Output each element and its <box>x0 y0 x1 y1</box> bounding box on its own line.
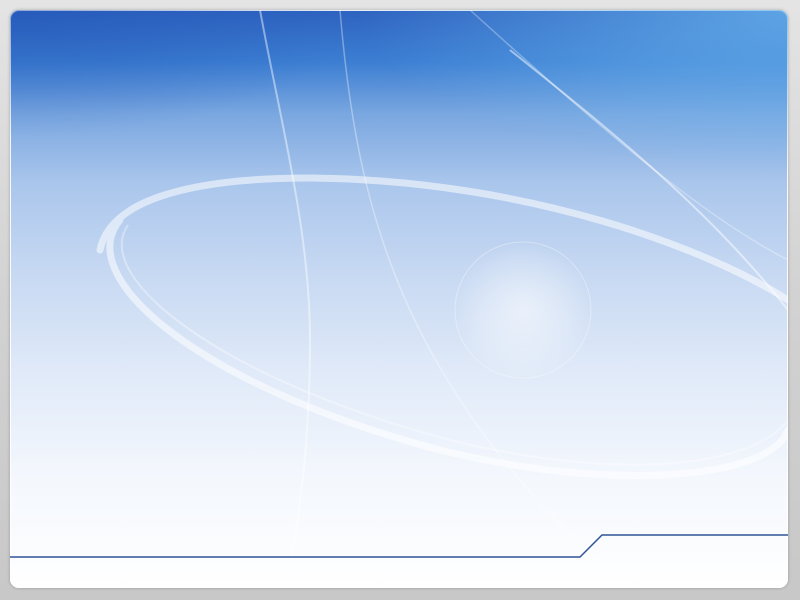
slide-frame <box>0 0 800 600</box>
background-art <box>10 10 788 588</box>
arc-line-1 <box>259 10 312 588</box>
bottom-accent-line <box>10 534 788 558</box>
swoosh-ellipse <box>96 174 788 480</box>
glow-orb <box>453 240 593 380</box>
arc-line-4 <box>469 10 788 261</box>
swoosh-ellipse-inner <box>120 224 788 466</box>
slide-background <box>10 10 788 588</box>
